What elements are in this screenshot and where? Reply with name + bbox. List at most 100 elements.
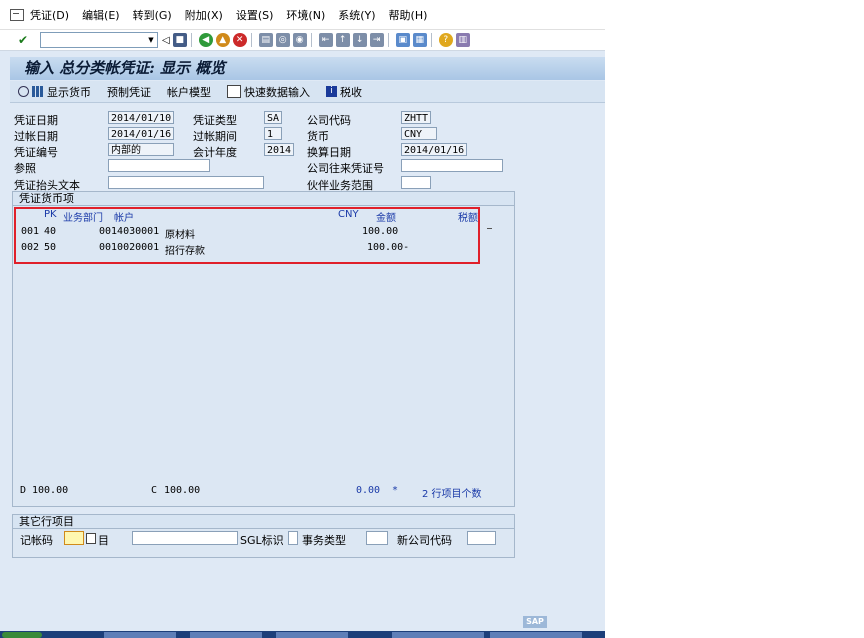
park-document-label: 预制凭证 [107,85,151,99]
partner-ba-field[interactable] [401,176,431,189]
account-input[interactable] [132,531,238,545]
tax-button[interactable]: i 税收 [326,84,362,100]
find-icon[interactable]: ◎ [275,33,290,47]
intercompany-label: 公司往来凭证号 [307,162,384,175]
translation-date-label: 换算日期 [307,146,351,159]
credit-total: 100.00 [164,485,201,496]
cancel-icon[interactable]: ✕ [232,33,247,47]
menu-system[interactable]: 系统(Y) [338,7,375,23]
toolbar-separator [310,33,312,47]
screen-title: 输入 总分类帐凭证: 显示 概览 [10,57,605,80]
layout-menu-icon[interactable]: ▥ [455,33,470,47]
debit-total: 100.00 [32,485,69,496]
menu-edit[interactable]: 编辑(E) [82,7,120,23]
sap-logo: SAP [523,616,547,628]
period-field[interactable]: 1 [264,127,282,140]
debit-label: D [20,485,27,496]
command-dropdown-icon[interactable]: ▼ [145,33,157,47]
standard-toolbar: ✔ ▼ ◁ ■ ◀ ▲ ✕ ▤ ◎ ◉ ⇤ ↑ ↓ ⇥ ▣ ▦ ? ▥ [0,30,605,51]
fiscal-year-label: 会计年度 [193,146,237,159]
account-model-button[interactable]: 帐户模型 [167,84,211,100]
account-model-label: 帐户模型 [167,85,211,99]
translation-date-field[interactable]: 2014/01/16 [401,143,467,156]
taskbar-item[interactable] [190,632,262,638]
highlight-box [14,207,480,264]
items-group-title: 凭证货币项 [13,192,514,206]
line-item-count: 2 行项目个数 [422,489,482,500]
sgl-input[interactable] [288,531,298,545]
intercompany-field[interactable] [401,159,503,172]
application-toolbar: 显示货币 预制凭证 帐户模型 快速数据输入 i 税收 [10,81,605,103]
command-field[interactable]: ▼ [40,32,158,48]
posting-key-label: 记帐码 [20,534,53,547]
period-label: 过帐期间 [193,130,237,143]
find-next-icon[interactable]: ◉ [292,33,307,47]
hierarchy-icon [32,86,44,97]
balance-value: 0.00 [356,485,381,496]
command-input[interactable] [41,34,145,47]
first-page-icon[interactable]: ⇤ [318,33,333,47]
taskbar-item[interactable] [392,632,484,638]
sgl-label: SGL标识 [240,534,284,547]
left-arrow-icon[interactable]: ◁ [162,35,170,46]
menu-bar: 凭证(D) 编辑(E) 转到(G) 附加(X) 设置(S) 环境(N) 系统(Y… [0,0,605,30]
doc-number-field[interactable]: 内部的 [108,143,174,156]
park-document-button[interactable]: 预制凭证 [107,84,151,100]
start-button[interactable] [2,632,42,638]
doc-type-label: 凭证类型 [193,114,237,127]
trans-type-label: 事务类型 [302,534,346,547]
taskbar-item[interactable] [276,632,348,638]
posting-date-label: 过帐日期 [14,130,58,143]
next-page-icon[interactable]: ↓ [352,33,367,47]
menu-document[interactable]: 凭证(D) [30,7,69,23]
tax-label: 税收 [340,85,362,99]
scroll-marker [487,228,492,229]
taskbar-item[interactable] [104,632,176,638]
credit-label: C [151,485,158,496]
currency-field[interactable]: CNY [401,127,437,140]
menu-extras[interactable]: 附加(X) [185,7,223,23]
exit-icon[interactable]: ▲ [215,33,230,47]
posting-key-input[interactable] [64,531,84,545]
print-icon[interactable]: ▤ [258,33,273,47]
last-page-icon[interactable]: ⇥ [369,33,384,47]
back-icon[interactable]: ◀ [198,33,213,47]
enter-check-icon[interactable]: ✔ [18,33,34,47]
new-company-input[interactable] [467,531,496,545]
windows-taskbar [0,631,605,638]
doc-type-field[interactable]: SA [264,111,282,124]
menu-help[interactable]: 帮助(H) [389,7,428,23]
previous-page-icon[interactable]: ↑ [335,33,350,47]
edit-icon [227,85,241,98]
toolbar-separator [387,33,389,47]
posting-date-field[interactable]: 2014/01/16 [108,127,174,140]
fiscal-year-field[interactable]: 2014 [264,143,294,156]
sap-window: 凭证(D) 编辑(E) 转到(G) 附加(X) 设置(S) 环境(N) 系统(Y… [0,0,605,638]
reference-field[interactable] [108,159,210,172]
shortcut-icon[interactable]: ▦ [412,33,427,47]
company-code-label: 公司代码 [307,114,351,127]
fast-entry-button[interactable]: 快速数据输入 [227,84,310,100]
fast-entry-label: 快速数据输入 [244,85,310,99]
new-session-icon[interactable]: ▣ [395,33,410,47]
currency-label: 货币 [307,130,329,143]
possible-entries-icon[interactable] [86,533,96,544]
menu-goto[interactable]: 转到(G) [133,7,172,23]
toolbar-separator [430,33,432,47]
help-icon[interactable]: ? [438,33,453,47]
magnifier-icon [18,86,29,97]
other-item-group-title: 其它行项目 [13,515,514,529]
taskbar-item[interactable] [490,632,582,638]
balance-flag: * [392,485,399,496]
menu-environment[interactable]: 环境(N) [286,7,325,23]
header-text-field[interactable] [108,176,264,189]
menu-settings[interactable]: 设置(S) [236,7,274,23]
display-currency-label: 显示货币 [47,85,91,99]
save-icon[interactable]: ■ [172,33,187,47]
account-label: 目 [98,534,109,547]
display-currency-button[interactable]: 显示货币 [18,84,91,100]
trans-type-input[interactable] [366,531,388,545]
doc-date-field[interactable]: 2014/01/10 [108,111,174,124]
company-code-field[interactable]: ZHTT [401,111,431,124]
system-menu-icon[interactable] [10,8,24,21]
